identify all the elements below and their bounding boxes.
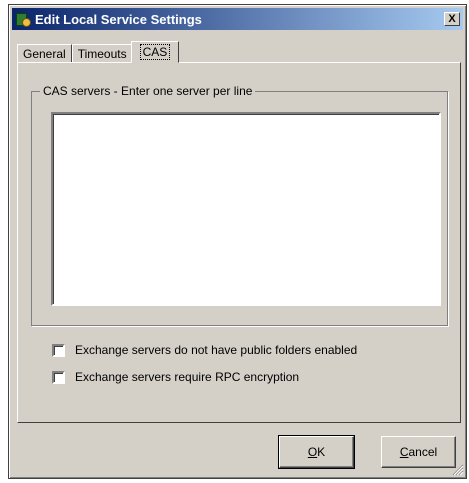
tab-timeouts[interactable]: Timeouts (71, 44, 133, 63)
public-folders-label: Exchange servers do not have public fold… (75, 343, 358, 357)
rpc-encryption-label: Exchange servers require RPC encryption (75, 370, 300, 384)
cancel-button[interactable]: Cancel (381, 436, 456, 468)
public-folders-checkbox[interactable] (52, 343, 65, 357)
window-title: Edit Local Service Settings (35, 11, 202, 27)
title-bar[interactable]: Edit Local Service Settings X (12, 8, 463, 30)
cas-servers-group: CAS servers - Enter one server per line (31, 84, 448, 326)
close-icon[interactable]: X (444, 12, 460, 26)
tab-strip: General Timeouts CAS (17, 41, 180, 63)
tab-panel-cas: CAS servers - Enter one server per line … (17, 62, 461, 423)
dialog-window: Edit Local Service Settings X General Ti… (8, 4, 467, 479)
tab-cas-label: CAS (139, 44, 171, 60)
rpc-encryption-option[interactable]: Exchange servers require RPC encryption (52, 370, 299, 384)
ok-mnemonic: O (307, 445, 318, 459)
exchange-app-icon (15, 11, 31, 27)
tab-cas[interactable]: CAS (130, 41, 180, 63)
cas-servers-group-label: CAS servers - Enter one server per line (40, 84, 256, 98)
ok-button[interactable]: OK (278, 435, 355, 469)
public-folders-option[interactable]: Exchange servers do not have public fold… (52, 343, 357, 357)
cancel-label-rest: ancel (408, 445, 438, 459)
rpc-encryption-checkbox[interactable] (52, 370, 65, 384)
ok-label-rest: K (317, 445, 326, 459)
tab-general[interactable]: General (17, 44, 72, 63)
resize-grip-icon[interactable] (452, 464, 464, 476)
cas-servers-textarea[interactable] (51, 112, 441, 306)
